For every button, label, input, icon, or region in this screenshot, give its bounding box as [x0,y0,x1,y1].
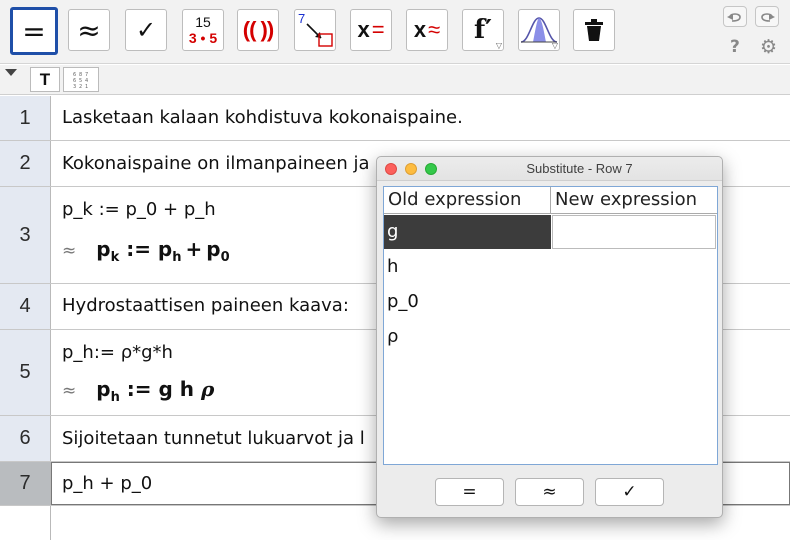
table-row[interactable]: ρ [384,320,717,355]
style-bar: T 687 654 321 [0,65,790,95]
substitute-tool-button[interactable]: 7 [294,9,336,51]
cell-input[interactable]: Lasketaan kalaan kohdistuva kokonaispain… [62,107,463,128]
cell-output: ≈ pk := ph + p0 [62,237,230,265]
substitute-seven-label: 7 [298,11,306,26]
dialog-title: Substitute - Row 7 [526,161,633,176]
old-expression-cell[interactable]: h [384,250,551,284]
table-options-button[interactable]: 687 654 321 [63,67,99,92]
substitute-keep-button[interactable]: ✓ [595,478,664,506]
row-number[interactable]: 2 [0,141,51,186]
derivative-tool-button[interactable]: f′ ▽ [462,9,504,51]
cell-input[interactable]: p_h + p_0 [62,473,152,494]
factor-tool-button[interactable]: 15 3 • 5 [182,9,224,51]
substitute-numeric-button[interactable]: ≈ [515,478,584,506]
help-icon[interactable]: ? [730,37,740,57]
undo-button[interactable] [723,6,747,27]
old-expression-cell[interactable]: p_0 [384,285,551,319]
undo-icon [727,12,741,22]
row-number[interactable]: 1 [0,96,51,140]
new-expression-input[interactable] [552,320,716,354]
dropdown-arrow-icon: ▽ [495,41,502,50]
svg-text:3: 3 [73,84,76,89]
nsolve-op-label: ≈ [428,17,441,42]
factor-top-label: 15 [195,14,211,30]
toolbar: = ≈ ✓ 15 3 • 5 (( )) 7 x = x ≈ f′ ▽ ▽ ? … [0,0,790,64]
table-row[interactable]: g [384,215,717,250]
substitute-evaluate-button[interactable]: = [435,478,504,506]
trash-icon [585,19,603,41]
dialog-titlebar[interactable]: Substitute - Row 7 [377,157,722,181]
new-expression-input[interactable] [552,250,716,284]
cell-input[interactable]: Kokonaispaine on ilmanpaineen ja [62,153,370,174]
table-row[interactable]: h [384,250,717,285]
geogebra-cas-window: = ≈ ✓ 15 3 • 5 (( )) 7 x = x ≈ f′ ▽ ▽ ? … [0,0,790,540]
redo-icon [761,12,775,22]
row-number[interactable]: 3 [0,187,51,283]
cell-input[interactable]: p_h:= ρ*g*h [62,342,173,363]
row-number[interactable]: 7 [0,462,51,505]
keep-input-tool-button[interactable]: ✓ [125,9,167,51]
solve-x-label: x [357,17,370,42]
nsolve-x-label: x [413,17,427,42]
tabular-icon: 687 654 321 [73,72,88,89]
table-header: Old expression New expression [384,187,717,214]
probability-tool-button[interactable]: ▽ [518,9,560,51]
settings-icon[interactable]: ⚙ [760,36,777,58]
evaluate-label: = [22,14,46,48]
numeric-tool-button[interactable]: ≈ [68,9,110,51]
derivative-label: f′ [473,15,493,45]
text-mode-button[interactable]: T [30,67,60,92]
solve-op-label: = [371,17,385,42]
approx-symbol: ≈ [62,241,77,261]
solve-tool-button[interactable]: x = [350,9,392,51]
collapse-triangle-icon[interactable] [5,69,17,76]
cas-cell[interactable]: Lasketaan kalaan kohdistuva kokonaispain… [52,96,790,140]
old-expression-cell[interactable]: g [384,215,551,249]
solve-numerically-tool-button[interactable]: x ≈ [406,9,448,51]
substitute-dialog: Substitute - Row 7 Old expression New ex… [376,156,723,518]
cell-input[interactable]: Sijoitetaan tunnetut lukuarvot ja l [62,428,365,449]
cell-input[interactable]: Hydrostaattisen paineen kaava: [62,295,349,316]
text-mode-label: T [39,69,51,89]
cas-row[interactable]: 1 Lasketaan kalaan kohdistuva kokonaispa… [0,96,790,141]
new-expression-header[interactable]: New expression [551,187,717,213]
output-expression: pk := ph + p0 [96,237,230,265]
old-expression-header[interactable]: Old expression [384,187,551,213]
row-number[interactable]: 5 [0,330,51,415]
expand-tool-button[interactable]: (( )) [237,9,279,51]
keep-input-label: ✓ [135,16,157,44]
cell-input[interactable]: p_k := p_0 + p_h [62,199,216,220]
row-number[interactable]: 6 [0,416,51,461]
row-number[interactable] [0,506,51,540]
delete-tool-button[interactable] [573,9,615,51]
new-expression-input[interactable] [552,215,716,249]
svg-text:2: 2 [79,84,82,89]
old-expression-cell[interactable]: ρ [384,320,551,354]
expand-label: (( )) [242,17,274,42]
numeric-label: ≈ [77,13,101,47]
output-expression: ph := g h ρ [96,377,215,405]
row-number[interactable]: 4 [0,284,51,329]
redo-button[interactable] [755,6,779,27]
approx-symbol: ≈ [62,381,77,401]
svg-text:1: 1 [85,84,88,89]
evaluate-tool-button[interactable]: = [10,7,58,55]
table-row[interactable]: p_0 [384,285,717,320]
new-expression-input[interactable] [552,285,716,319]
dropdown-arrow-icon: ▽ [551,41,558,50]
factor-bottom-label: 3 • 5 [188,30,218,46]
substitution-table[interactable]: Old expression New expression g h p_0 ρ [383,186,718,465]
cell-output: ≈ ph := g h ρ [62,377,214,405]
